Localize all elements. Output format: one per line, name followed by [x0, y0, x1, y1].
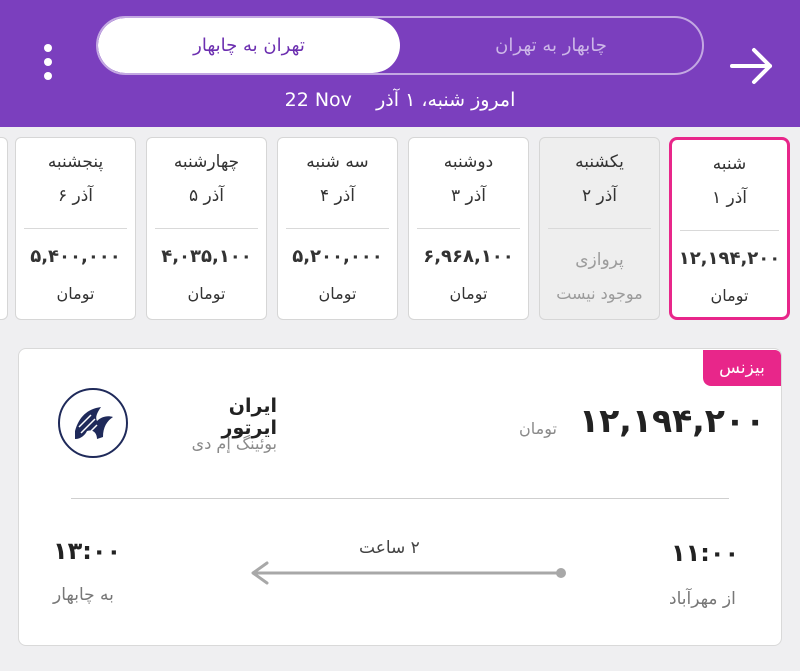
flight-duration: ۲ ساعت [359, 538, 420, 558]
tab-tehran-to-chabahar[interactable]: تهران به چابهار [98, 18, 400, 73]
card-price: ۶,۹۶۸,۱۰۰ [423, 246, 514, 267]
date-card-partial[interactable] [0, 137, 8, 320]
card-price: ۵,۲۰۰,۰۰۰ [292, 246, 383, 267]
card-date: ۲ آذر [581, 186, 618, 206]
departure-airport: از مهرآباد [669, 589, 736, 609]
class-badge: بیزنس [703, 350, 781, 386]
tab-chabahar-to-tehran[interactable]: چابهار به تهران [400, 18, 702, 73]
card-date: ۱ آذر [711, 188, 748, 208]
card-currency: تومان [187, 284, 226, 303]
card-divider [286, 228, 389, 229]
card-currency: تومان [56, 284, 95, 303]
aircraft-type: بوئینگ إم دی [191, 434, 277, 453]
card-day: دوشنبه [443, 152, 494, 172]
card-date: ۴ آذر [319, 186, 356, 206]
date-card-monday[interactable]: دوشنبه ۳ آذر ۶,۹۶۸,۱۰۰ تومان [408, 137, 529, 320]
app-header: تهران به چابهار چابهار به تهران 22 Nov ا… [0, 0, 800, 127]
flight-price: ۱۲,۱۹۴,۲۰۰ [579, 401, 766, 440]
flight-result-card[interactable]: بیزنس ایران ایرتور بوئینگ إم دی تومان ۱۲… [18, 348, 782, 646]
card-price: ۱۲,۱۹۴,۲۰۰ [678, 248, 781, 269]
route-arrow-icon [251, 561, 566, 585]
arrow-right-icon[interactable] [728, 42, 776, 90]
card-price: ۴,۰۳۵,۱۰۰ [161, 246, 252, 267]
arrival-time: ۱۳:۰۰ [53, 537, 122, 565]
card-date: ۵ آذر [188, 186, 225, 206]
date-card-sunday[interactable]: یکشنبه ۲ آذر پروازی موجود نیست [539, 137, 660, 320]
card-day: سه شنبه [306, 152, 369, 172]
card-divider [155, 228, 258, 229]
card-divider [548, 228, 651, 229]
card-day: پنجشنبه [47, 152, 104, 172]
date-card-tuesday[interactable]: سه شنبه ۴ آذر ۵,۲۰۰,۰۰۰ تومان [277, 137, 398, 320]
date-card-wednesday[interactable]: چهارشنبه ۵ آذر ۴,۰۳۵,۱۰۰ تومان [146, 137, 267, 320]
no-flight-label: پروازی [575, 250, 624, 270]
card-divider [417, 228, 520, 229]
card-day: شنبه [712, 154, 747, 174]
card-currency: تومان [710, 286, 749, 305]
card-divider [680, 230, 779, 231]
card-currency: تومان [318, 284, 357, 303]
arrival-city: به چابهار [53, 585, 114, 605]
more-vertical-icon[interactable] [38, 44, 58, 84]
date-card-thursday[interactable]: پنجشنبه ۶ آذر ۵,۴۰۰,۰۰۰ تومان [15, 137, 136, 320]
price-currency: تومان [519, 419, 557, 438]
route-toggle: تهران به چابهار چابهار به تهران [96, 16, 704, 75]
card-day: چهارشنبه [173, 152, 240, 172]
card-price: ۵,۴۰۰,۰۰۰ [30, 246, 121, 267]
date-selector: پنجشنبه ۶ آذر ۵,۴۰۰,۰۰۰ تومان چهارشنبه ۵… [0, 137, 800, 322]
date-persian: امروز شنبه، ۱ آذر [376, 89, 516, 111]
airline-logo-icon [58, 388, 128, 458]
departure-time: ۱۱:۰۰ [671, 539, 740, 567]
today-date: 22 Nov امروز شنبه، ۱ آذر [0, 89, 800, 111]
no-flight-sublabel: موجود نیست [556, 284, 643, 303]
card-day: یکشنبه [575, 152, 624, 172]
divider [71, 498, 729, 499]
date-gregorian: 22 Nov [284, 89, 352, 111]
airline-name: ایران ایرتور [221, 395, 277, 439]
card-date: ۶ آذر [57, 186, 94, 206]
card-currency: تومان [449, 284, 488, 303]
date-card-saturday[interactable]: شنبه ۱ آذر ۱۲,۱۹۴,۲۰۰ تومان [669, 137, 790, 320]
card-date: ۳ آذر [450, 186, 487, 206]
card-divider [24, 228, 127, 229]
